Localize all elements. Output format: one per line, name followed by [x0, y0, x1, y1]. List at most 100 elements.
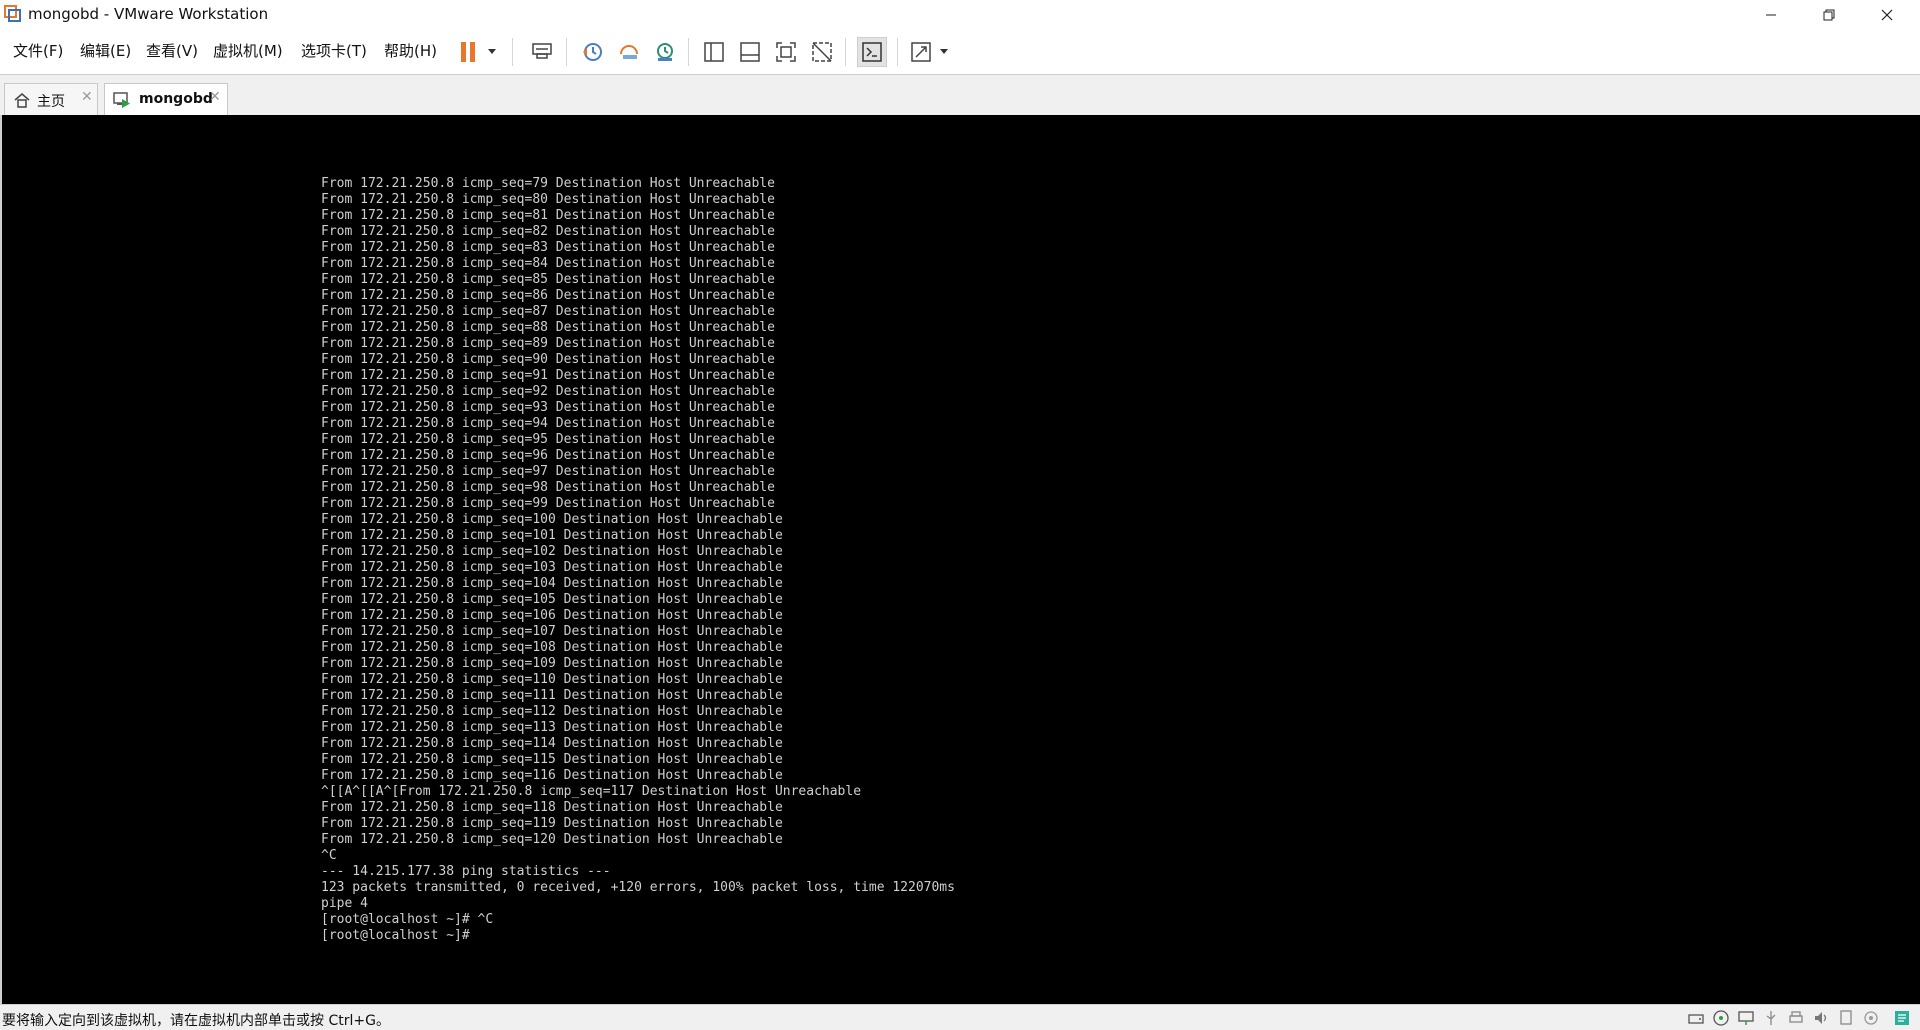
menu-vm[interactable]: 虚拟机(M): [213, 40, 283, 61]
terminal-line: From 172.21.250.8 icmp_seq=120 Destinati…: [321, 832, 783, 847]
usb-icon: [1766, 1011, 1776, 1025]
printer-icon: [1789, 1011, 1803, 1023]
hard-disk-icon: [1688, 1014, 1704, 1024]
terminal-line: From 172.21.250.8 icmp_seq=82 Destinatio…: [321, 224, 775, 239]
tab-home-label: 主页: [37, 94, 65, 110]
vm-console[interactable]: From 172.21.250.8 icmp_seq=79 Destinatio…: [0, 115, 1920, 1004]
full-screen-button[interactable]: [771, 37, 801, 67]
terminal-line: From 172.21.250.8 icmp_seq=112 Destinati…: [321, 704, 783, 719]
terminal-line: pipe 4: [321, 896, 368, 911]
hard-disk-status[interactable]: [1687, 1009, 1705, 1027]
show-library-button[interactable]: [699, 37, 729, 67]
terminal-line: From 172.21.250.8 icmp_seq=96 Destinatio…: [321, 448, 775, 463]
terminal-line: From 172.21.250.8 icmp_seq=84 Destinatio…: [321, 256, 775, 271]
minimize-icon: [1766, 14, 1776, 16]
stretch-guest-icon: [911, 42, 948, 62]
snapshot-manager-button[interactable]: [650, 37, 680, 67]
terminal-line: From 172.21.250.8 icmp_seq=89 Destinatio…: [321, 336, 775, 351]
message-log-status[interactable]: [1893, 1009, 1911, 1027]
console-view-icon: [862, 42, 882, 62]
terminal-line: From 172.21.250.8 icmp_seq=114 Destinati…: [321, 736, 783, 751]
terminal-line: From 172.21.250.8 icmp_seq=99 Destinatio…: [321, 496, 775, 511]
revert-snapshot-button[interactable]: [614, 37, 644, 67]
cd-dvd-icon: [1713, 1010, 1729, 1026]
terminal-line: From 172.21.250.8 icmp_seq=80 Destinatio…: [321, 192, 775, 207]
terminal-line: From 172.21.250.8 icmp_seq=113 Destinati…: [321, 720, 783, 735]
sound-card-icon: [1815, 1012, 1827, 1024]
vmware-app-icon: [4, 5, 21, 22]
send-ctrl-alt-del-icon: [532, 43, 552, 59]
terminal-line: ^C: [321, 848, 337, 863]
take-snapshot-button[interactable]: [578, 37, 608, 67]
close-button[interactable]: [1858, 0, 1916, 30]
terminal-line: From 172.21.250.8 icmp_seq=106 Destinati…: [321, 608, 783, 623]
terminal-line: From 172.21.250.8 icmp_seq=104 Destinati…: [321, 576, 783, 591]
terminal-line: From 172.21.250.8 icmp_seq=97 Destinatio…: [321, 464, 775, 479]
camera-icon: [1864, 1011, 1878, 1025]
menu-edit[interactable]: 编辑(E): [80, 40, 131, 61]
terminal-line: From 172.21.250.8 icmp_seq=102 Destinati…: [321, 544, 783, 559]
menu-help[interactable]: 帮助(H): [384, 40, 437, 61]
minimize-button[interactable]: [1742, 0, 1800, 30]
terminal-line: From 172.21.250.8 icmp_seq=111 Destinati…: [321, 688, 783, 703]
restore-button[interactable]: [1800, 0, 1858, 30]
menu-file[interactable]: 文件(F): [13, 40, 63, 61]
terminal-line: From 172.21.250.8 icmp_seq=88 Destinatio…: [321, 320, 775, 335]
title-bar: mongobd - VMware Workstation: [0, 0, 1920, 30]
menu-view[interactable]: 查看(V): [146, 40, 198, 61]
status-bar: 要将输入定向到该虚拟机，请在虚拟机内部单击或按 Ctrl+G。: [0, 1004, 1920, 1030]
tab-home[interactable]: 主页 ✕: [4, 83, 98, 115]
terminal-line: From 172.21.250.8 icmp_seq=92 Destinatio…: [321, 384, 775, 399]
power-pause-button[interactable]: [456, 37, 502, 67]
terminal-line: From 172.21.250.8 icmp_seq=95 Destinatio…: [321, 432, 775, 447]
terminal-line: From 172.21.250.8 icmp_seq=110 Destinati…: [321, 672, 783, 687]
terminal-line: From 172.21.250.8 icmp_seq=103 Destinati…: [321, 560, 783, 575]
restore-icon: [1823, 9, 1835, 21]
terminal-line: From 172.21.250.8 icmp_seq=91 Destinatio…: [321, 368, 775, 383]
message-log-icon: [1895, 1011, 1909, 1025]
show-thumbnail-bar-button[interactable]: [735, 37, 765, 67]
terminal-line: From 172.21.250.8 icmp_seq=93 Destinatio…: [321, 400, 775, 415]
close-icon: [1881, 9, 1893, 21]
display-status[interactable]: [1837, 1009, 1855, 1027]
sound-card-status[interactable]: [1812, 1009, 1830, 1027]
tab-home-close-icon[interactable]: ✕: [81, 89, 93, 105]
menu-toolbar: 文件(F) 编辑(E) 查看(V) 虚拟机(M) 选项卡(T) 帮助(H): [0, 30, 1920, 74]
terminal-line: From 172.21.250.8 icmp_seq=105 Destinati…: [321, 592, 783, 607]
terminal-line: From 172.21.250.8 icmp_seq=108 Destinati…: [321, 640, 783, 655]
unity-icon: [812, 42, 832, 62]
network-adapter-status[interactable]: [1737, 1009, 1755, 1027]
terminal-line: From 172.21.250.8 icmp_seq=101 Destinati…: [321, 528, 783, 543]
terminal-line: From 172.21.250.8 icmp_seq=98 Destinatio…: [321, 480, 775, 495]
terminal-line: From 172.21.250.8 icmp_seq=85 Destinatio…: [321, 272, 775, 287]
terminal-line: From 172.21.250.8 icmp_seq=83 Destinatio…: [321, 240, 775, 255]
snapshot-manager-icon: [657, 43, 673, 61]
terminal-line: From 172.21.250.8 icmp_seq=100 Destinati…: [321, 512, 783, 527]
terminal-line: From 172.21.250.8 icmp_seq=90 Destinatio…: [321, 352, 775, 367]
terminal-line: [root@localhost ~]#: [321, 928, 470, 943]
snapshot-icon: [583, 43, 602, 61]
terminal-line: From 172.21.250.8 icmp_seq=116 Destinati…: [321, 768, 783, 783]
usb-status[interactable]: [1762, 1009, 1780, 1027]
stretch-guest-button[interactable]: [908, 37, 954, 67]
console-view-button[interactable]: [857, 37, 887, 67]
home-icon: [14, 93, 30, 108]
printer-status[interactable]: [1787, 1009, 1805, 1027]
unity-button[interactable]: [807, 37, 837, 67]
cd-dvd-status[interactable]: [1712, 1009, 1730, 1027]
terminal-line: --- 14.215.177.38 ping statistics ---: [321, 864, 611, 879]
network-adapter-icon: [1738, 1011, 1754, 1025]
send-ctrl-alt-del-button[interactable]: [527, 37, 557, 67]
terminal-line: ^[[A^[[A^[From 172.21.250.8 icmp_seq=117…: [321, 784, 862, 799]
menu-tabs[interactable]: 选项卡(T): [301, 40, 367, 61]
tab-mongobd-close-icon[interactable]: ✕: [209, 89, 221, 105]
terminal-line: From 172.21.250.8 icmp_seq=107 Destinati…: [321, 624, 783, 639]
camera-status[interactable]: [1862, 1009, 1880, 1027]
terminal-line: [root@localhost ~]# ^C: [321, 912, 494, 927]
terminal-line: From 172.21.250.8 icmp_seq=119 Destinati…: [321, 816, 783, 831]
terminal-line: From 172.21.250.8 icmp_seq=115 Destinati…: [321, 752, 783, 767]
show-thumbnail-bar-icon: [740, 42, 760, 62]
terminal-line: From 172.21.250.8 icmp_seq=81 Destinatio…: [321, 208, 775, 223]
show-library-icon: [704, 42, 724, 62]
tab-mongobd[interactable]: mongobd ✕: [104, 83, 228, 116]
